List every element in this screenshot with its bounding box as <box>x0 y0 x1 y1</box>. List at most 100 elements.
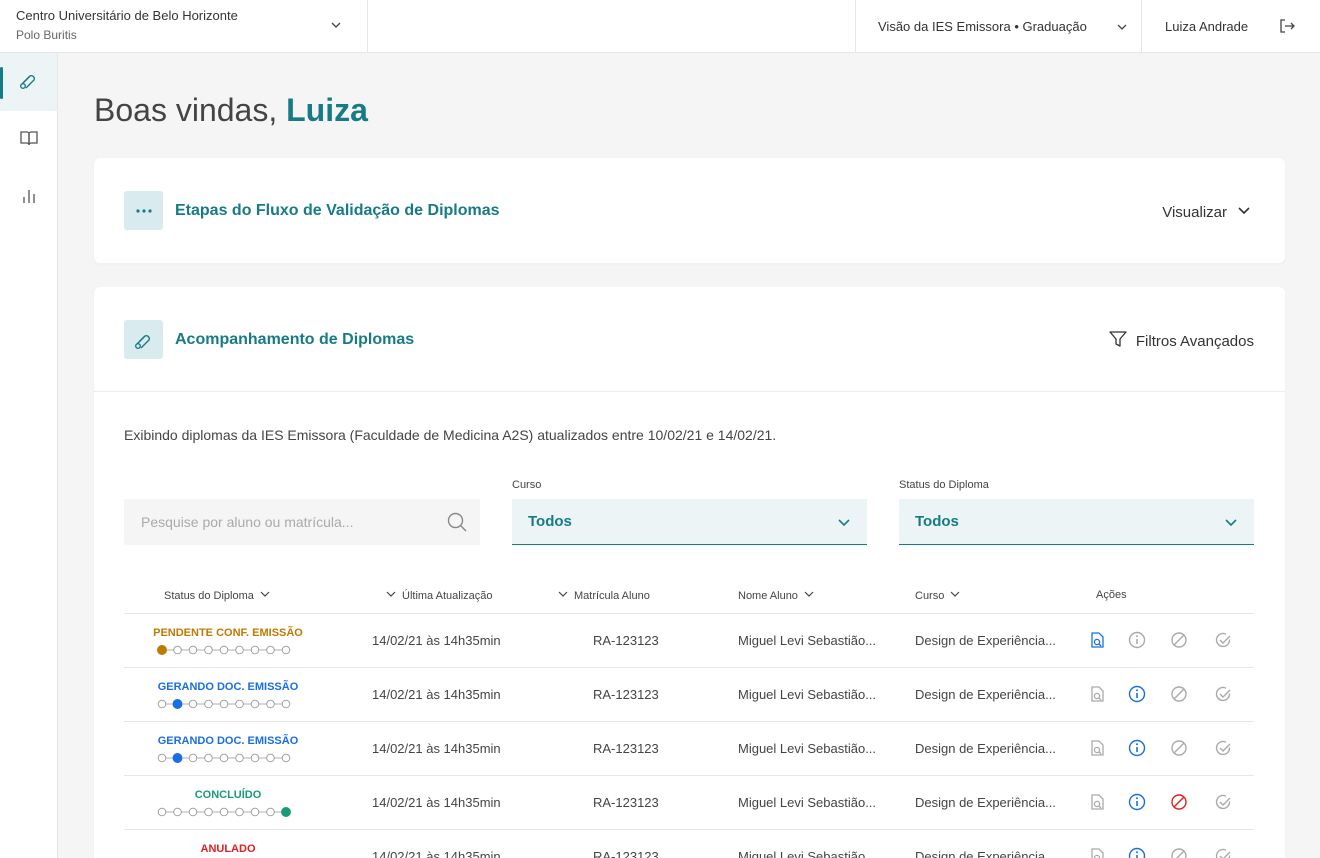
matricula-cell: RA-123123 <box>593 741 659 756</box>
progress-step <box>219 645 229 655</box>
progress-step <box>188 645 198 655</box>
logout-icon[interactable] <box>1278 17 1296 40</box>
cancel-icon[interactable] <box>1170 847 1188 858</box>
progress-step <box>250 699 260 709</box>
diploma-icon <box>124 320 163 359</box>
column-header-matricula[interactable]: Matrícula Aluno <box>558 589 650 602</box>
view-document-icon[interactable] <box>1088 685 1106 708</box>
table-row[interactable]: PENDENTE CONF. EMISSÃO 14/02/21 às 14h35m… <box>124 613 1254 667</box>
search-input[interactable]: Pesquise por aluno ou matrícula... <box>124 499 480 545</box>
matricula-cell: RA-123123 <box>593 849 659 858</box>
progress-step <box>219 699 229 709</box>
tracking-card: Acompanhamento de Diplomas Filtros Avanç… <box>94 287 1285 858</box>
cancel-icon[interactable] <box>1170 793 1188 816</box>
status-filter-value: Todos <box>915 513 959 530</box>
sidebar-item-diplomas[interactable] <box>0 53 57 111</box>
progress-steps <box>157 645 291 655</box>
table-row[interactable]: GERANDO DOC. EMISSÃO 14/02/21 às 14h35min… <box>124 667 1254 721</box>
progress-step <box>204 753 213 763</box>
progress-step <box>219 807 229 817</box>
course-cell: Design de Experiência... <box>915 687 1056 702</box>
progress-step <box>266 645 275 655</box>
advanced-filters-button[interactable]: Filtros Avançados <box>1108 329 1254 353</box>
view-document-icon[interactable] <box>1088 793 1106 816</box>
sidebar-item-book[interactable] <box>0 111 57 169</box>
view-selector[interactable]: Visão da IES Emissora • Graduação <box>855 0 1142 53</box>
column-header-label: Status do Diploma <box>164 589 254 602</box>
progress-step <box>157 753 167 763</box>
institution-selector[interactable]: Centro Universitário de Belo Horizonte P… <box>0 0 368 53</box>
chevron-down-icon <box>950 589 960 602</box>
check-circle-icon[interactable] <box>1214 739 1232 762</box>
column-header-label: Última Atualização <box>402 589 493 602</box>
table-row[interactable]: CONCLUÍDO 14/02/21 às 14h35min RA-123123 Mi… <box>124 775 1254 829</box>
progress-step <box>235 645 244 655</box>
column-header-actions: Ações <box>1096 589 1127 601</box>
progress-steps <box>157 807 291 817</box>
check-circle-icon[interactable] <box>1214 631 1232 654</box>
course-cell: Design de Experiência... <box>915 849 1056 858</box>
info-text: Exibindo diplomas da IES Emissora (Facul… <box>124 427 777 443</box>
status-filter-select[interactable]: Todos <box>899 499 1254 545</box>
column-header-course[interactable]: Curso <box>915 589 960 602</box>
chevron-down-icon <box>386 589 396 602</box>
user-name[interactable]: Luiza Andrade <box>1165 19 1248 34</box>
advanced-filters-label: Filtros Avançados <box>1135 332 1254 350</box>
view-selector-label: Visão da IES Emissora • Graduação <box>878 19 1087 34</box>
search-placeholder: Pesquise por aluno ou matrícula... <box>141 514 354 530</box>
table-row[interactable]: ANULADO 14/02/21 às 14h35min RA-123123 Migu… <box>124 829 1254 858</box>
visualizar-toggle[interactable]: Visualizar <box>1162 203 1251 221</box>
info-icon[interactable] <box>1128 739 1146 762</box>
check-circle-icon[interactable] <box>1214 685 1232 708</box>
progress-step <box>188 753 198 763</box>
cancel-icon[interactable] <box>1170 631 1188 654</box>
course-cell: Design de Experiência... <box>915 633 1056 648</box>
progress-step <box>157 807 167 817</box>
check-circle-icon[interactable] <box>1214 847 1232 858</box>
cancel-icon[interactable] <box>1170 739 1188 762</box>
updated-cell: 14/02/21 às 14h35min <box>372 795 501 810</box>
institution-polo: Polo Buritis <box>16 28 77 42</box>
progress-step <box>266 753 275 763</box>
view-document-icon[interactable] <box>1088 847 1106 858</box>
student-name-cell: Miguel Levi Sebastião... <box>738 633 877 648</box>
progress-step <box>235 699 244 709</box>
progress-step <box>266 699 275 709</box>
info-icon[interactable] <box>1128 631 1146 654</box>
status-filter-label: Status do Diploma <box>899 479 989 491</box>
progress-step <box>204 807 213 817</box>
course-cell: Design de Experiência... <box>915 795 1056 810</box>
column-header-updated[interactable]: Última Atualização <box>386 589 493 602</box>
progress-step <box>204 699 213 709</box>
progress-step <box>281 645 291 655</box>
course-filter-select[interactable]: Todos <box>512 499 867 545</box>
welcome-user-name: Luiza <box>286 92 368 128</box>
chevron-down-icon <box>1224 516 1238 535</box>
course-filter-label: Curso <box>512 479 542 491</box>
progress-step-current <box>172 753 183 763</box>
course-cell: Design de Experiência... <box>915 741 1056 756</box>
search-icon[interactable] <box>446 511 468 538</box>
info-icon[interactable] <box>1128 685 1146 708</box>
chevron-down-icon <box>837 516 851 535</box>
column-header-label: Nome Aluno <box>738 589 798 602</box>
sidebar-item-reports[interactable] <box>0 169 57 227</box>
diploma-icon <box>18 69 40 96</box>
student-name-cell: Miguel Levi Sebastião... <box>738 741 877 756</box>
top-bar: Centro Universitário de Belo Horizonte P… <box>0 0 1320 53</box>
info-icon[interactable] <box>1128 847 1146 858</box>
column-header-name[interactable]: Nome Aluno <box>738 589 814 602</box>
progress-step <box>235 753 244 763</box>
check-circle-icon[interactable] <box>1214 793 1232 816</box>
progress-step <box>250 753 260 763</box>
view-document-icon[interactable] <box>1088 631 1106 654</box>
info-icon[interactable] <box>1128 793 1146 816</box>
progress-step <box>281 753 291 763</box>
cancel-icon[interactable] <box>1170 685 1188 708</box>
visualizar-label: Visualizar <box>1162 203 1227 221</box>
view-document-icon[interactable] <box>1088 739 1106 762</box>
progress-step-current <box>281 807 291 817</box>
column-header-status[interactable]: Status do Diploma <box>164 589 270 602</box>
book-icon <box>19 128 39 153</box>
table-row[interactable]: GERANDO DOC. EMISSÃO 14/02/21 às 14h35min… <box>124 721 1254 775</box>
